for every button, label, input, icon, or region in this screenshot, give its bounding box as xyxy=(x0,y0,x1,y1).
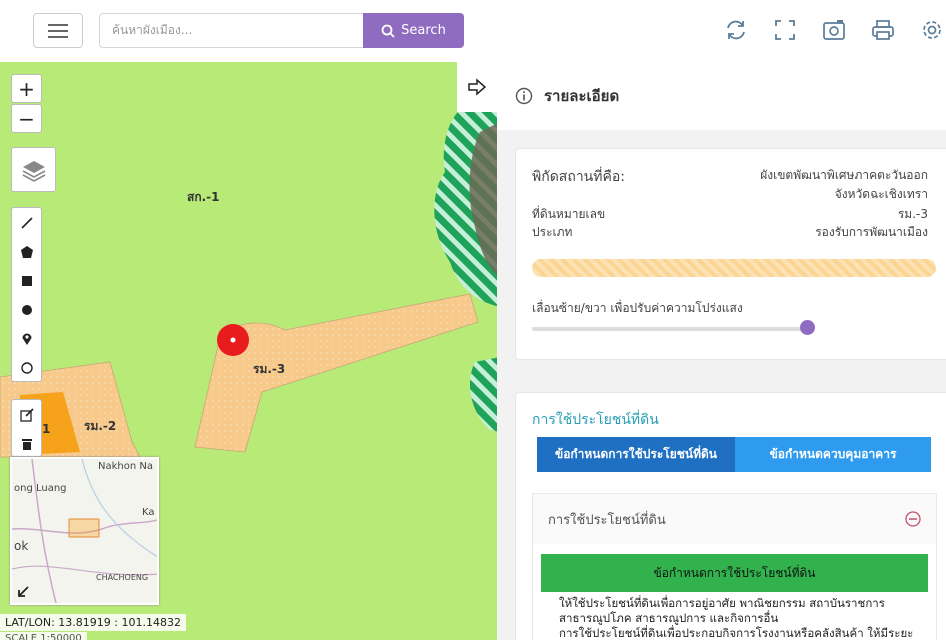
scale-readout: SCALE 1:50000 xyxy=(0,632,87,640)
detail-row-location: พิกัดสถานที่คือ: ผังเขตพัฒนาพิเศษภาคตะวั… xyxy=(532,166,928,204)
detail-value-line2: จังหวัดฉะเชิงเทรา xyxy=(834,187,928,201)
draw-circle-marker-button[interactable] xyxy=(12,353,41,382)
tab-landuse-rules[interactable]: ข้อกำหนดการใช้ประโยชน์ที่ดิน xyxy=(537,437,735,472)
circle-outline-icon xyxy=(20,361,33,374)
rules-text-line: การใช้ประโยชน์ที่ดินเพื่อประกอบกิจการโรง… xyxy=(559,626,914,640)
collapse-minimap-icon[interactable] xyxy=(16,585,30,599)
panel-title: รายละเอียด xyxy=(544,87,620,105)
overview-minimap[interactable]: Nakhon Na ong Luang Ka ok CHACHOENG xyxy=(10,457,159,605)
draw-rectangle-button[interactable] xyxy=(12,266,41,295)
menu-button[interactable] xyxy=(33,13,83,48)
minimap-label: CHACHOENG xyxy=(96,573,149,582)
rules-text-line: สาธารณูปโภค สาธารณูปการ และกิจการอื่น xyxy=(559,611,779,625)
zoom-in-label: + xyxy=(18,76,35,101)
polygon-icon xyxy=(20,245,33,258)
rules-text: ให้ใช้ประโยชน์ที่ดินเพื่อการอยู่อาศัย พา… xyxy=(559,596,929,640)
opacity-slider-thumb[interactable] xyxy=(800,320,815,335)
draw-circle-button[interactable] xyxy=(12,295,41,324)
search-placeholder: ค้นหาผังเมือง... xyxy=(112,23,193,37)
zone-label-rm2: รม.-2 xyxy=(84,419,117,433)
minimap-roads xyxy=(12,459,157,603)
search-button-label: Search xyxy=(401,23,446,38)
landuse-accordion: การใช้ประโยชน์ที่ดิน ข้อกำหนดการใช้ประโย… xyxy=(532,493,937,640)
map-pin-icon xyxy=(22,332,31,345)
edit-icon xyxy=(19,407,34,422)
fullscreen-icon xyxy=(775,20,795,40)
minimap-label: ok xyxy=(14,539,29,553)
arrow-right-icon xyxy=(468,78,487,96)
minimap-label: Nakhon Na xyxy=(98,461,153,472)
detail-label: ที่ดินหมายเลข xyxy=(532,207,606,221)
zoom-out-label: − xyxy=(18,106,35,131)
draw-marker-button[interactable] xyxy=(12,324,41,353)
screenshot-button[interactable] xyxy=(820,16,848,44)
detail-label: ประเภท xyxy=(532,225,573,239)
detail-value: รองรับการพัฒนาเมือง xyxy=(815,225,928,239)
search-icon xyxy=(381,24,395,38)
accordion-header[interactable]: การใช้ประโยชน์ที่ดิน xyxy=(533,494,936,544)
search-input[interactable]: ค้นหาผังเมือง... xyxy=(99,13,364,48)
info-icon xyxy=(515,87,533,105)
collapse-minus-icon[interactable] xyxy=(905,511,921,527)
tab-label: ข้อกำหนดการใช้ประโยชน์ที่ดิน xyxy=(554,447,717,461)
refresh-icon xyxy=(727,20,745,40)
tab-building-control[interactable]: ข้อกำหนดควบคุมอาคาร xyxy=(735,437,931,472)
layers-button[interactable] xyxy=(11,147,56,192)
zone-label-orange: 1 xyxy=(42,422,51,436)
landuse-card: การใช้ประโยชน์ที่ดิน ข้อกำหนดการใช้ประโย… xyxy=(515,392,946,640)
refresh-button[interactable] xyxy=(722,16,750,44)
accordion-title: การใช้ประโยชน์ที่ดิน xyxy=(548,512,666,528)
zoom-in-button[interactable]: + xyxy=(11,74,42,103)
settings-icon xyxy=(923,21,941,39)
panel-header: รายละเอียด xyxy=(497,62,946,130)
detail-row-type: ประเภท รองรับการพัฒนาเมือง xyxy=(532,223,928,242)
opacity-label-row: เลื่อนซ้าย/ขวา เพื่อปรับค่าความโปร่งแสง xyxy=(532,299,928,318)
square-icon xyxy=(21,275,32,286)
edit-toolbar xyxy=(11,399,42,457)
trash-icon xyxy=(21,438,32,450)
opacity-slider-track[interactable] xyxy=(532,327,812,331)
zone-label-rm3: รม.-3 xyxy=(253,362,286,376)
panel-toggle-button[interactable] xyxy=(457,62,497,112)
minimap-viewport[interactable] xyxy=(68,518,100,538)
detail-label: พิกัดสถานที่คือ: xyxy=(532,169,625,185)
draw-line-button[interactable] xyxy=(12,208,41,237)
edit-layers-button[interactable] xyxy=(12,400,41,429)
draw-polygon-button[interactable] xyxy=(12,237,41,266)
circle-filled-icon xyxy=(21,304,32,315)
settings-button[interactable] xyxy=(918,16,946,44)
layers-icon xyxy=(22,160,45,182)
minimap-label: ong Luang xyxy=(14,483,67,494)
detail-panel: รายละเอียด พิกัดสถานที่คือ: ผังเขตพัฒนาพ… xyxy=(497,62,946,640)
detail-value: รม.-3 xyxy=(897,207,928,221)
print-button[interactable] xyxy=(869,16,897,44)
print-icon xyxy=(872,20,894,40)
detail-value-line1: ผังเขตพัฒนาพิเศษภาคตะวันออก xyxy=(760,168,928,182)
map-canvas[interactable]: สก.-1 รม.-3 รม.-2 1 + − Nakhon Na ong Lu… xyxy=(0,62,500,640)
zone-color-swatch xyxy=(532,259,936,277)
rules-header-bar: ข้อกำหนดการใช้ประโยชน์ที่ดิน xyxy=(541,554,928,592)
detail-value: ผังเขตพัฒนาพิเศษภาคตะวันออก จังหวัดฉะเชิ… xyxy=(760,166,928,204)
rules-text-line: ให้ใช้ประโยชน์ที่ดินเพื่อการอยู่อาศัย พา… xyxy=(559,596,885,610)
zoom-out-button[interactable]: − xyxy=(11,104,42,133)
draw-toolbar xyxy=(11,207,42,382)
tab-label: ข้อกำหนดควบคุมอาคาร xyxy=(769,447,897,461)
fullscreen-button[interactable] xyxy=(771,16,799,44)
top-toolbar: ค้นหาผังเมือง... Search xyxy=(0,0,946,62)
menu-icon xyxy=(48,23,68,38)
detail-row-parcel: ที่ดินหมายเลข รม.-3 xyxy=(532,205,928,224)
minimap-label: Ka xyxy=(142,507,155,518)
latlon-readout: LAT/LON: 13.81919 : 101.14832 xyxy=(0,614,186,631)
location-details-card: พิกัดสถานที่คือ: ผังเขตพัฒนาพิเศษภาคตะวั… xyxy=(515,148,946,360)
search-button[interactable]: Search xyxy=(363,13,464,48)
zone-rm3 xyxy=(194,293,479,453)
line-icon xyxy=(20,216,33,229)
delete-layers-button[interactable] xyxy=(12,429,41,458)
landuse-title: การใช้ประโยชน์ที่ดิน xyxy=(532,412,659,428)
opacity-label: เลื่อนซ้าย/ขวา เพื่อปรับค่าความโปร่งแสง xyxy=(532,301,743,315)
zone-label-sk1: สก.-1 xyxy=(187,190,220,204)
screenshot-icon xyxy=(823,20,845,40)
